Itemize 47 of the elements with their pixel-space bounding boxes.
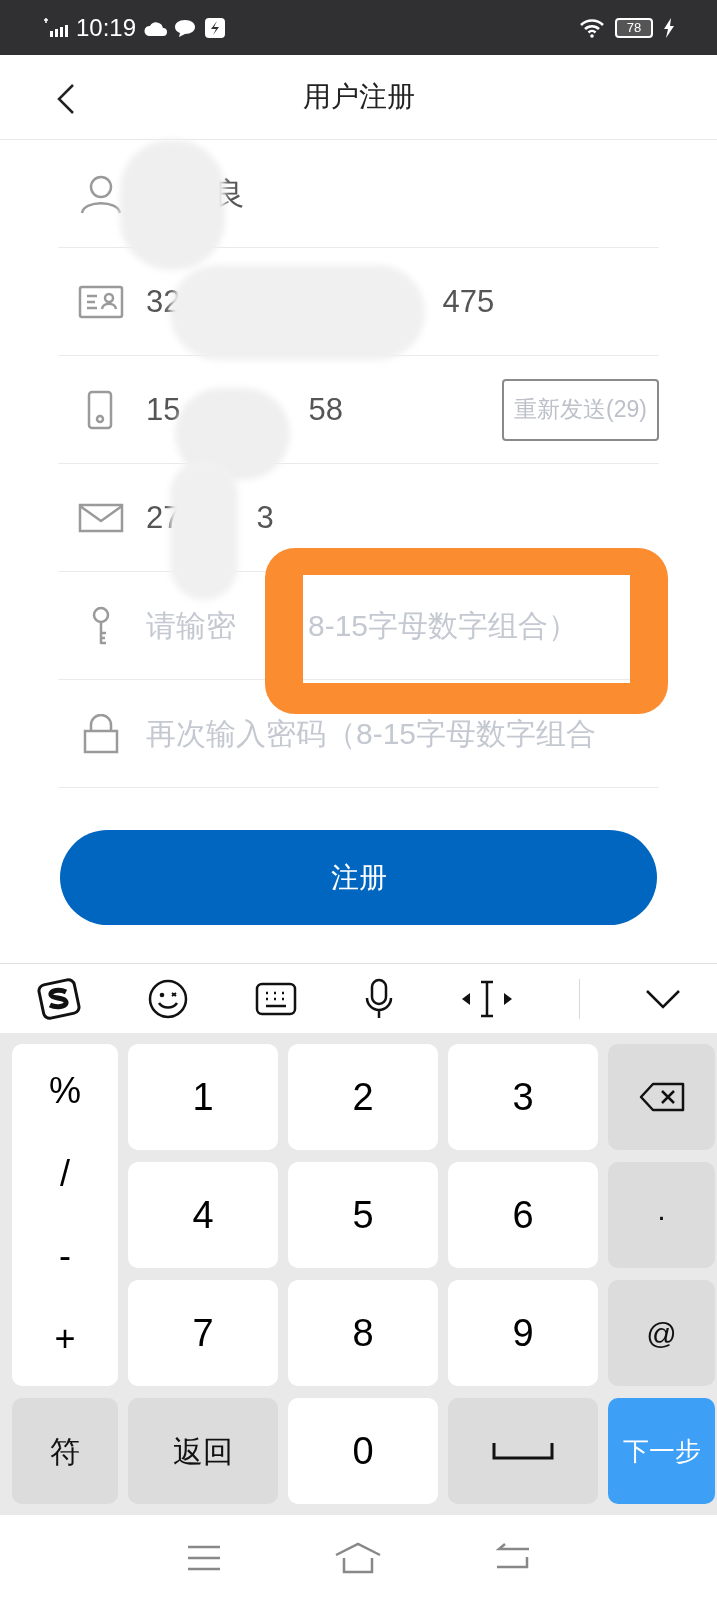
field-value: 3: [256, 502, 274, 533]
field-value: 15: [146, 394, 181, 425]
status-time: 10:19: [76, 12, 137, 43]
backspace-icon: [637, 1081, 686, 1113]
digit-key[interactable]: 9: [448, 1280, 598, 1386]
digit-key[interactable]: 8: [288, 1280, 438, 1386]
microphone-icon[interactable]: [363, 977, 395, 1020]
digit-key[interactable]: 1: [128, 1044, 278, 1150]
space-bar-icon: [492, 1441, 554, 1461]
function-key[interactable]: 符: [12, 1398, 118, 1504]
delete-key[interactable]: [608, 1044, 715, 1150]
field-value: 58: [308, 394, 343, 425]
symbol-option[interactable]: +: [54, 1320, 76, 1357]
home-icon[interactable]: [334, 1541, 383, 1574]
cursor-move-icon[interactable]: [460, 978, 514, 1019]
field-value: 475: [442, 286, 495, 317]
register-button[interactable]: 注册: [60, 830, 657, 925]
digit-key[interactable]: 4: [128, 1162, 278, 1268]
field-value: 32: [146, 286, 181, 317]
page-title: 用户注册: [302, 80, 415, 114]
symbol-option[interactable]: %: [49, 1073, 81, 1110]
digit-key[interactable]: 0: [288, 1398, 438, 1504]
digit-key[interactable]: 5: [288, 1162, 438, 1268]
chevron-left-icon: [57, 83, 75, 115]
digit-key[interactable]: 6: [448, 1162, 598, 1268]
field-value: 良: [214, 178, 245, 209]
digit-key[interactable]: 3: [448, 1044, 598, 1150]
symbol-option[interactable]: -: [59, 1238, 71, 1275]
chevron-down-icon[interactable]: [645, 987, 681, 1010]
wifi-icon: [579, 17, 605, 38]
menu-icon[interactable]: [186, 1543, 223, 1572]
space-key[interactable]: [448, 1398, 598, 1504]
function-key[interactable]: ·: [608, 1162, 715, 1268]
app-icon: [204, 16, 227, 39]
charging-bolt-icon: [663, 17, 675, 38]
chat-bubble-icon: [174, 17, 197, 38]
password-field[interactable]: 再次输入密码（8-15字母数字组合: [146, 703, 659, 764]
keyboard-icon[interactable]: [254, 980, 298, 1017]
function-key[interactable]: 返回: [128, 1398, 278, 1504]
function-key[interactable]: @: [608, 1280, 715, 1386]
password-field[interactable]: 请输密: [146, 595, 242, 656]
placeholder-text: 8-15字母数字组合）: [308, 608, 579, 644]
battery-icon: 78: [615, 17, 653, 38]
digit-key[interactable]: 2: [288, 1044, 438, 1150]
symbol-option[interactable]: /: [60, 1155, 70, 1192]
smiley-icon[interactable]: [147, 977, 189, 1020]
digit-key[interactable]: 7: [128, 1280, 278, 1386]
